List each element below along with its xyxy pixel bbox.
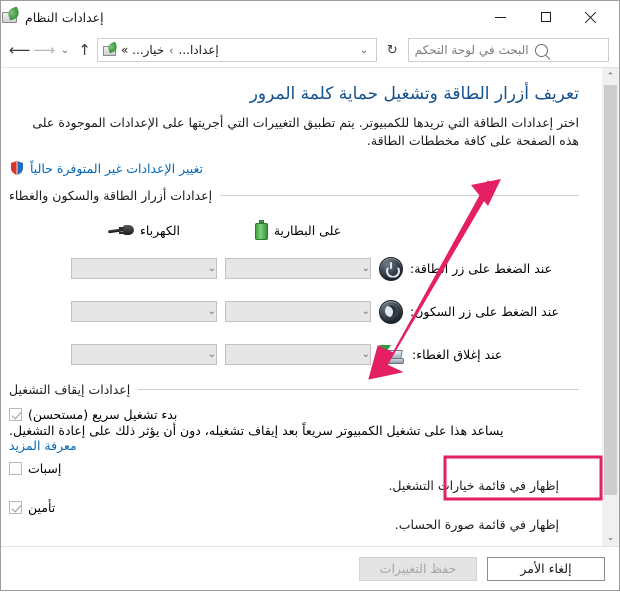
shutdown-section-header: إعدادات إيقاف التشغيل <box>9 382 579 397</box>
column-header-battery: على البطارية <box>225 213 371 247</box>
scrollbar-thumb[interactable] <box>604 85 617 495</box>
chevron-down-icon[interactable]: ⌄ <box>356 45 372 56</box>
scroll-down-button[interactable]: ⌄ <box>602 529 619 546</box>
page-description: اختر إعدادات الطاقة التي تريدها للكمبيوت… <box>32 115 579 148</box>
power-button-battery-dropdown[interactable]: ⌄ <box>225 258 371 279</box>
power-button-plugged-dropdown[interactable]: ⌄ <box>71 258 217 279</box>
power-buttons-section-label: إعدادات أزرار الطاقة والسكون والغطاء <box>9 188 213 203</box>
search-icon <box>534 43 548 57</box>
chevron-down-icon: ⌄ <box>361 263 370 274</box>
recent-locations-button[interactable]: ⌄ <box>58 38 72 62</box>
search-input[interactable]: البحث في لوحة التحكم <box>407 38 610 62</box>
vertical-scrollbar[interactable]: ⌃ ⌄ <box>601 68 619 546</box>
breadcrumb-separator: › <box>169 43 174 57</box>
sleep-button-battery-dropdown[interactable]: ⌄ <box>225 301 371 322</box>
power-button-icon <box>379 256 403 281</box>
maximize-button[interactable] <box>523 2 568 32</box>
content-area: تعريف أزرار الطاقة وتشغيل حماية كلمة الم… <box>1 67 619 546</box>
row-power-button-label: عند الضغط على زر الطاقة: <box>379 247 579 290</box>
battery-icon <box>254 220 268 240</box>
breadcrumb-item-0[interactable]: إعدادا... <box>179 43 219 57</box>
minimize-icon <box>495 16 506 18</box>
close-button[interactable] <box>568 2 613 32</box>
system-settings-icon <box>1 6 21 26</box>
chevron-down-icon: ⌄ <box>207 263 216 274</box>
fast-startup-label: بدء تشغيل سريع (مستحسن) <box>28 407 178 422</box>
caption-buttons <box>478 1 613 33</box>
scrollbar-track[interactable] <box>602 85 619 529</box>
back-button[interactable]: ⟶ <box>34 38 56 62</box>
settings-pane: تعريف أزرار الطاقة وتشغيل حماية كلمة الم… <box>1 68 601 546</box>
save-changes-button: حفظ التغييرات <box>359 556 477 581</box>
refresh-icon: ↻ <box>386 42 398 58</box>
title-bar-identity: إعدادات النظام <box>1 6 104 26</box>
search-placeholder: البحث في لوحة التحكم <box>414 43 529 57</box>
forward-button[interactable]: ⟵ <box>9 38 31 62</box>
control-panel-window: إعدادات النظام ⟵ ⟶ ⌄ ↑ خيار... » › إعداد… <box>0 0 620 591</box>
maximize-icon <box>540 12 551 22</box>
lid-close-plugged-dropdown[interactable]: ⌄ <box>71 344 217 365</box>
row-lid-close-label: عند إغلاق الغطاء: <box>379 333 579 376</box>
section-divider <box>138 389 579 390</box>
hibernate-label: إسبات <box>28 461 62 476</box>
learn-more-link[interactable]: معرفة المزيد <box>9 438 77 453</box>
cancel-button[interactable]: إلغاء الأمر <box>487 556 605 581</box>
title-bar: إعدادات النظام <box>1 1 619 33</box>
up-button[interactable]: ↑ <box>75 38 94 62</box>
shutdown-section-label: إعدادات إيقاف التشغيل <box>9 382 131 397</box>
address-bar[interactable]: خيار... » › إعدادا... ⌄ <box>97 38 378 62</box>
chevron-down-icon: ⌄ <box>361 349 370 360</box>
fast-startup-checkbox[interactable] <box>9 408 22 421</box>
row-lid-close-text: عند إغلاق الغطاء: <box>412 347 503 362</box>
lock-label: تأمين <box>28 500 56 515</box>
footer-bar: إلغاء الأمر حفظ التغييرات <box>1 546 619 590</box>
admin-link-row: تغيير الإعدادات غير المتوفرة حالياً <box>9 160 579 176</box>
power-settings-grid: على البطارية الكهرباء عند الضغط على زر ا… <box>9 213 579 376</box>
column-header-plugged: الكهرباء <box>71 213 217 247</box>
refresh-button[interactable]: ↻ <box>380 37 405 63</box>
lock-checkbox[interactable] <box>9 501 22 514</box>
page-title: تعريف أزرار الطاقة وتشغيل حماية كلمة الم… <box>249 84 579 104</box>
column-header-battery-label: على البطارية <box>273 222 342 238</box>
sleep-button-plugged-dropdown[interactable]: ⌄ <box>71 301 217 322</box>
lock-row[interactable]: تأمين <box>9 500 579 515</box>
shield-icon <box>9 160 25 176</box>
section-divider <box>220 195 579 196</box>
chevron-down-icon: ⌄ <box>207 349 216 360</box>
grid-corner-blank <box>379 213 579 247</box>
fast-startup-help-text: يساعد هذا على تشغيل الكمبيوتر سريعاً بعد… <box>9 423 504 438</box>
power-plug-icon <box>107 222 134 238</box>
window-title: إعدادات النظام <box>25 9 104 25</box>
hibernate-row[interactable]: إسبات <box>9 461 579 476</box>
hibernate-checkbox[interactable] <box>9 462 22 475</box>
scroll-up-button[interactable]: ⌃ <box>602 68 619 85</box>
row-sleep-button-label: عند الضغط على زر السكون: <box>379 290 579 333</box>
chevron-down-icon: ⌄ <box>361 306 370 317</box>
row-sleep-button-text: عند الضغط على زر السكون: <box>410 304 559 319</box>
minimize-button[interactable] <box>478 2 523 32</box>
breadcrumb-icon <box>102 41 119 58</box>
hibernate-help-text: إظهار في قائمة خيارات التشغيل. <box>388 478 559 493</box>
breadcrumb-item-1[interactable]: خيار... » <box>121 43 164 57</box>
lock-help-text: إظهار في قائمة صورة الحساب. <box>394 517 559 532</box>
laptop-lid-icon <box>379 344 405 365</box>
fast-startup-help: يساعد هذا على تشغيل الكمبيوتر سريعاً بعد… <box>9 423 559 453</box>
change-unavailable-settings-link[interactable]: تغيير الإعدادات غير المتوفرة حالياً <box>30 161 203 176</box>
fast-startup-row[interactable]: بدء تشغيل سريع (مستحسن) <box>9 407 579 422</box>
navigation-bar: ⟵ ⟶ ⌄ ↑ خيار... » › إعدادا... ⌄ ↻ البحث … <box>1 33 619 67</box>
power-buttons-section-header: إعدادات أزرار الطاقة والسكون والغطاء <box>9 188 579 203</box>
close-icon <box>584 11 597 24</box>
lid-close-battery-dropdown[interactable]: ⌄ <box>225 344 371 365</box>
sleep-button-icon <box>379 299 403 324</box>
column-header-plugged-label: الكهرباء <box>140 222 181 238</box>
row-power-button-text: عند الضغط على زر الطاقة: <box>410 261 553 276</box>
chevron-down-icon: ⌄ <box>207 306 216 317</box>
